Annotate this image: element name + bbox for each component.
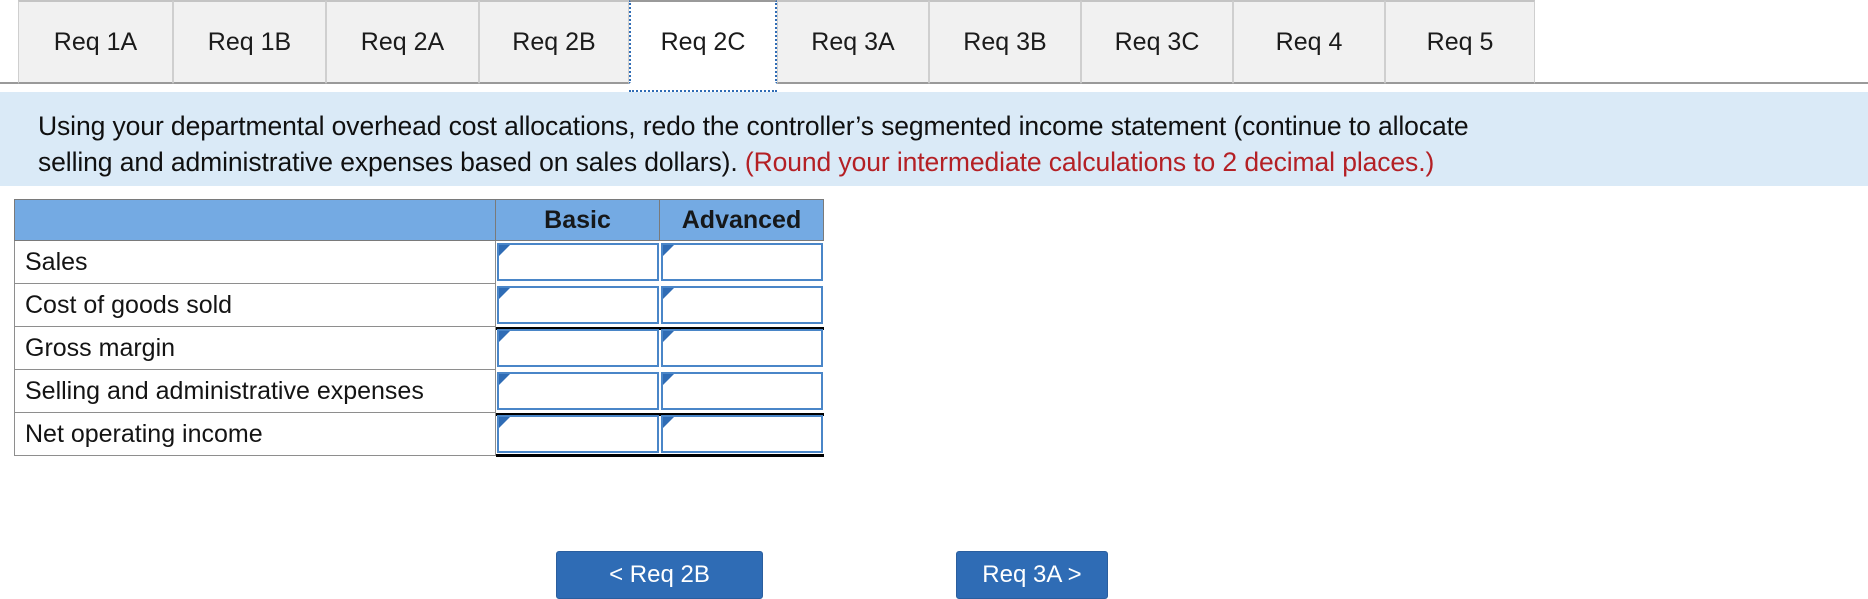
input-basic-4[interactable]: [497, 415, 659, 453]
input-advanced-0[interactable]: [660, 243, 823, 282]
dropdown-marker-icon: [662, 417, 674, 428]
row-label: Sales: [14, 240, 496, 284]
tab-label: Req 5: [1426, 27, 1494, 56]
instruction-line-2: selling and administrative expenses base…: [38, 144, 1844, 180]
dropdown-marker-icon: [499, 374, 510, 385]
input-basic-1[interactable]: [497, 286, 659, 324]
cell-advanced: [659, 283, 824, 327]
input-basic-3[interactable]: [497, 372, 659, 410]
input-advanced-4[interactable]: [660, 415, 823, 453]
cell-basic: [495, 412, 660, 457]
tab-bar: Req 1A Req 1B Req 2A Req 2B Req 2C Req 3A Req …: [0, 0, 1868, 92]
input-basic-2[interactable]: [497, 329, 659, 367]
income-statement-table: Basic Advanced Sales Cost of goods sold Gr…: [14, 199, 824, 457]
tab-req-2c[interactable]: Req 2C: [629, 0, 777, 84]
tab-label: Req 3C: [1114, 27, 1200, 56]
previous-requirement-button[interactable]: < Req 2B: [556, 551, 763, 599]
tab-bar-trailing-edge: [1535, 0, 1868, 84]
dropdown-marker-icon: [662, 288, 674, 299]
input-advanced-3[interactable]: [660, 372, 823, 410]
tab-req-2a[interactable]: Req 2A: [326, 0, 479, 84]
table-row: Selling and administrative expenses: [14, 369, 824, 413]
segmented-income-statement: Basic Advanced Sales Cost of goods sold Gr…: [14, 199, 824, 457]
column-header-blank: [14, 199, 496, 241]
tab-label: Req 2B: [512, 27, 596, 56]
table-head: Basic Advanced: [14, 199, 824, 241]
instruction-banner: Using your departmental overhead cost al…: [0, 90, 1868, 186]
tab-label: Req 1B: [207, 27, 292, 56]
row-label: Cost of goods sold: [14, 283, 496, 327]
footer-button-row: < Req 2B Req 3A >: [0, 551, 1868, 599]
table-row: Cost of goods sold: [14, 283, 824, 327]
active-tab-underline: [629, 90, 777, 92]
tab-req-3c[interactable]: Req 3C: [1081, 0, 1233, 84]
tab-req-1b[interactable]: Req 1B: [173, 0, 326, 84]
tab-label: Req 1A: [53, 27, 138, 56]
table-header-row: Basic Advanced: [14, 199, 824, 241]
tab-req-3a[interactable]: Req 3A: [777, 0, 929, 84]
tab-label: Req 3B: [963, 27, 1047, 56]
table-row: Net operating income: [14, 412, 824, 457]
tab-label: Req 2C: [660, 27, 746, 56]
column-header-advanced: Advanced: [659, 199, 824, 241]
next-requirement-button[interactable]: Req 3A >: [956, 551, 1108, 599]
row-label: Selling and administrative expenses: [14, 369, 496, 413]
table-row: Gross margin: [14, 326, 824, 370]
row-label: Net operating income: [14, 412, 496, 456]
tab-label: Req 3A: [811, 27, 895, 56]
dropdown-marker-icon: [662, 245, 674, 257]
tab-label: Req 4: [1275, 27, 1343, 56]
tab-label: Req 2A: [360, 27, 445, 56]
instruction-line-1: Using your departmental overhead cost al…: [38, 111, 1469, 141]
input-advanced-2[interactable]: [660, 329, 823, 367]
input-advanced-1[interactable]: [660, 286, 823, 324]
rounding-note: (Round your intermediate calculations to…: [744, 147, 1435, 177]
tab-req-5[interactable]: Req 5: [1385, 0, 1535, 84]
table-row: Sales: [14, 240, 824, 284]
instruction-line-2-text: selling and administrative expenses base…: [38, 147, 745, 177]
tab-req-4[interactable]: Req 4: [1233, 0, 1385, 84]
input-basic-0[interactable]: [497, 243, 659, 282]
cell-basic: [495, 240, 660, 284]
dropdown-marker-icon: [499, 417, 510, 428]
row-label: Gross margin: [14, 326, 496, 370]
cell-basic: [495, 283, 660, 327]
cell-advanced: [659, 240, 824, 284]
dropdown-marker-icon: [499, 331, 510, 342]
cell-basic: [495, 369, 660, 413]
dropdown-marker-icon: [499, 288, 510, 299]
dropdown-marker-icon: [662, 331, 674, 342]
cell-advanced: [659, 369, 824, 413]
cell-advanced: [659, 412, 824, 457]
cell-basic: [495, 326, 660, 370]
dropdown-marker-icon: [662, 374, 674, 385]
tab-req-1a[interactable]: Req 1A: [18, 0, 173, 84]
table-body: Sales Cost of goods sold Gross margin Selli…: [14, 240, 824, 457]
tab-bar-leading-edge: [0, 0, 18, 84]
column-header-basic: Basic: [495, 199, 660, 241]
tab-req-2b[interactable]: Req 2B: [479, 0, 629, 84]
tab-req-3b[interactable]: Req 3B: [929, 0, 1081, 84]
dropdown-marker-icon: [499, 245, 510, 257]
cell-advanced: [659, 326, 824, 370]
